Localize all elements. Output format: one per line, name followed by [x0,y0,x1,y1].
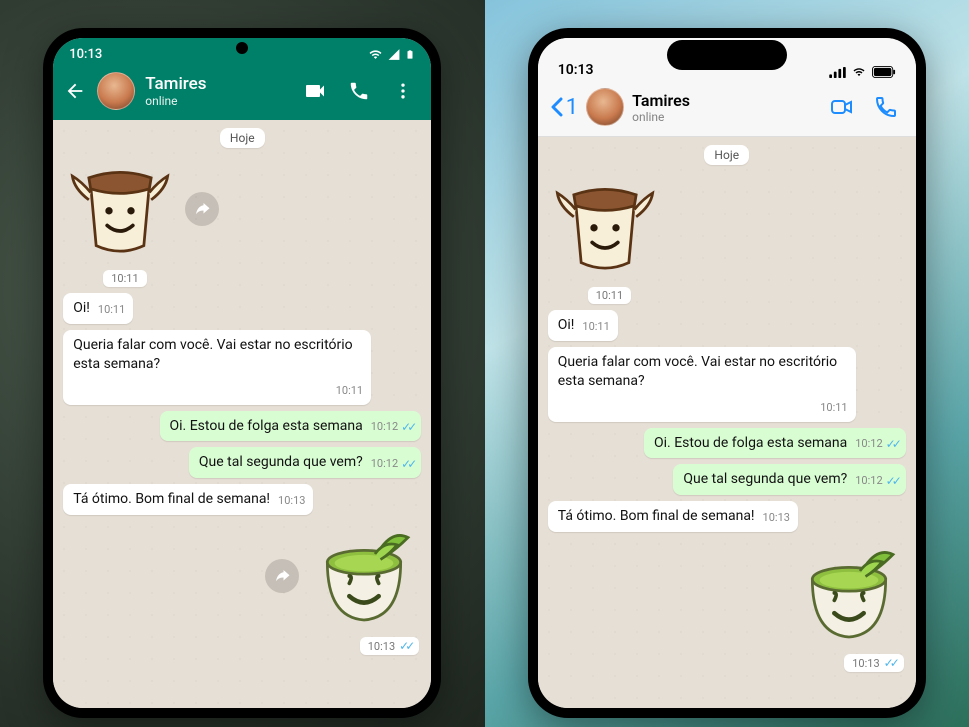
signal-icon [387,48,401,61]
back-button[interactable]: 1 [550,95,578,120]
contact-status: online [145,94,206,108]
message-time: 10:11 [582,320,609,335]
forward-icon [193,200,211,218]
phone-icon [348,80,370,102]
tea-cup-sticker[interactable] [794,538,904,648]
message-out-2[interactable]: Que tal segunda que vem? 10:12 ✓✓ [673,464,905,495]
forward-sticker-button[interactable] [265,559,299,593]
sticker-incoming-row [63,154,421,264]
message-out-1[interactable]: Oi. Estou de folga esta semana 10:12 ✓✓ [644,428,906,459]
message-time: 10:12 [371,420,398,435]
ios-chat-header: 1 Tamires online [538,82,916,137]
more-options-button[interactable] [391,79,415,103]
kebab-icon [393,81,413,101]
chat-area[interactable]: Hoje 10:11 [53,120,431,708]
android-chat-header: Tamires online [53,66,431,120]
message-text: Queria falar com você. Vai estar no escr… [558,353,848,391]
contact-avatar[interactable] [586,88,624,126]
voice-call-button[interactable] [347,79,371,103]
message-time: 10:12 [855,437,882,452]
back-count: 1 [566,95,578,120]
signal-icon [829,67,846,78]
ios-phone-frame: 10:13 1 Tamires online [528,28,926,718]
message-text: Queria falar com você. Vai estar no escr… [73,336,363,374]
read-ticks-icon: ✓✓ [401,456,413,472]
message-text: Oi. Estou de folga esta semana [170,417,363,436]
android-phone-frame: 10:13 Tamires online [43,28,441,718]
message-time: 10:12 [855,474,882,489]
message-text: Oi. Estou de folga esta semana [654,434,847,453]
contact-name: Tamires [632,91,690,110]
battery-icon [405,47,415,62]
coffee-cup-sticker[interactable] [65,154,175,264]
sticker-incoming-row [548,171,906,281]
status-time: 10:13 [558,62,594,78]
sticker-in-time: 10:11 [103,270,146,287]
sticker-out-time: 10:13 [368,640,395,653]
forward-icon [273,567,291,585]
read-ticks-icon: ✓✓ [884,656,896,670]
message-time: 10:13 [278,494,305,509]
message-text: Que tal segunda que vem? [683,470,847,489]
message-in-3[interactable]: Tá ótimo. Bom final de semana! 10:13 [548,501,798,532]
message-text: Oi! [558,316,575,335]
message-time: 10:12 [371,457,398,472]
battery-icon [872,66,896,78]
sticker-out-time: 10:13 [852,657,879,670]
read-ticks-icon: ✓✓ [401,419,413,435]
read-ticks-icon: ✓✓ [886,473,898,489]
video-call-button[interactable] [303,79,327,103]
arrow-left-icon [64,80,86,102]
message-time: 10:13 [763,511,790,526]
chevron-left-icon [550,97,564,117]
message-out-2[interactable]: Que tal segunda que vem? 10:12✓✓ [189,447,421,478]
video-call-button[interactable] [830,95,854,119]
date-label: Hoje [704,145,749,165]
message-time: 10:11 [98,303,125,318]
sticker-out-time-pill: 10:13 ✓✓ [360,637,420,655]
message-text: Tá ótimo. Bom final de semana! [73,490,270,509]
message-in-2[interactable]: Queria falar com você. Vai estar no escr… [548,347,856,422]
message-in-2[interactable]: Queria falar com você. Vai estar no escr… [63,330,371,405]
contact-title-block[interactable]: Tamires online [632,91,690,124]
contact-name: Tamires [145,74,206,94]
read-ticks-icon: ✓✓ [399,639,411,653]
read-ticks-icon: ✓✓ [886,436,898,452]
message-in-3[interactable]: Tá ótimo. Bom final de semana! 10:13 [63,484,313,515]
message-time: 10:11 [336,384,363,399]
voice-call-button[interactable] [874,95,898,119]
forward-sticker-button[interactable] [185,192,219,226]
wifi-icon [851,66,867,78]
video-icon [303,79,327,103]
back-button[interactable] [63,79,87,103]
tea-cup-sticker[interactable] [309,521,419,631]
wifi-icon [368,48,383,61]
message-out-1[interactable]: Oi. Estou de folga esta semana 10:12✓✓ [160,411,422,442]
ios-dynamic-island [667,40,787,70]
sticker-in-time: 10:11 [588,287,631,304]
coffee-cup-sticker[interactable] [550,171,660,281]
date-label: Hoje [220,128,265,148]
sticker-outgoing-row [63,521,421,631]
status-time: 10:13 [69,47,102,62]
message-text: Tá ótimo. Bom final de semana! [558,507,755,526]
message-time: 10:11 [820,401,847,416]
message-in-1[interactable]: Oi! 10:11 [63,293,133,324]
chat-area[interactable]: Hoje 10:11 Oi! 10:11 [538,137,916,708]
message-in-1[interactable]: Oi! 10:11 [548,310,618,341]
message-text: Oi! [73,299,90,318]
sticker-out-time-pill: 10:13 ✓✓ [844,654,904,672]
contact-status: online [632,110,690,124]
contact-title-block[interactable]: Tamires online [145,74,206,108]
video-icon [830,95,854,119]
android-camera-dot [236,42,248,54]
message-text: Que tal segunda que vem? [199,453,363,472]
phone-icon [874,95,898,119]
sticker-outgoing-row [548,538,906,648]
contact-avatar[interactable] [97,72,135,110]
